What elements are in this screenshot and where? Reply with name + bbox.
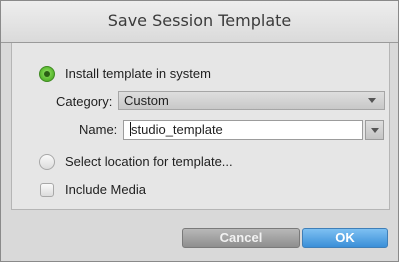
name-input[interactable]: studio_template [123, 120, 363, 140]
options-panel: Install template in system Category: Cus… [11, 43, 390, 210]
install-in-system-label[interactable]: Install template in system [65, 66, 211, 81]
name-label: Name: [79, 122, 118, 137]
category-select[interactable]: Custom [118, 91, 385, 110]
select-location-radio[interactable] [39, 154, 55, 170]
dialog-title: Save Session Template [107, 11, 292, 30]
name-value: studio_template [131, 122, 223, 137]
include-media-label[interactable]: Include Media [65, 182, 146, 197]
category-value: Custom [124, 93, 169, 108]
chevron-down-icon [368, 98, 376, 103]
select-location-label[interactable]: Select location for template... [65, 154, 233, 169]
include-media-checkbox[interactable] [40, 183, 54, 197]
name-history-dropdown[interactable] [365, 120, 384, 140]
install-in-system-radio[interactable] [39, 66, 55, 82]
ok-button[interactable]: OK [302, 228, 388, 248]
cancel-button[interactable]: Cancel [182, 228, 300, 248]
title-bar: Save Session Template [1, 1, 398, 43]
chevron-down-icon [371, 128, 379, 133]
category-label: Category: [56, 94, 113, 109]
save-session-template-dialog: Save Session Template Install template i… [0, 0, 399, 262]
